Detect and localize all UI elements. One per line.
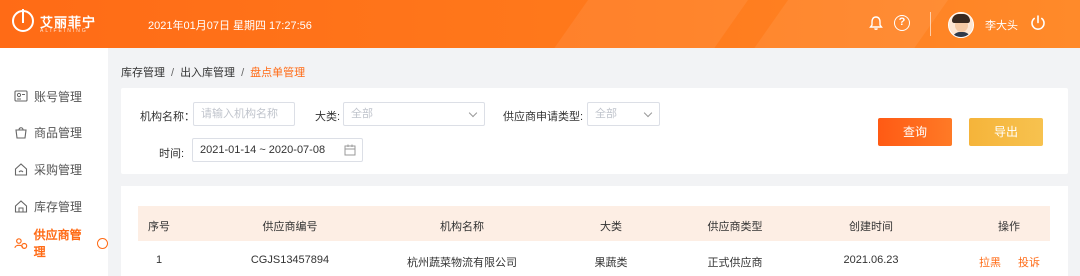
account-icon bbox=[14, 90, 28, 102]
date-range-picker[interactable]: 2021-01-14 ~ 2020-07-08 bbox=[192, 138, 363, 162]
sidebar-item-goods[interactable]: 商品管理 bbox=[14, 122, 82, 142]
table-header: 序号 供应商编号 机构名称 大类 供应商类型 创建时间 操作 bbox=[138, 206, 1050, 241]
blacklist-link[interactable]: 拉黑 bbox=[979, 254, 1001, 270]
sidebar-item-label: 采购管理 bbox=[34, 162, 83, 177]
sidebar-item-label: 库存管理 bbox=[34, 199, 83, 214]
power-icon[interactable] bbox=[1029, 14, 1047, 32]
column-header: 供应商编号 bbox=[262, 221, 318, 233]
sidebar: 账号管理 商品管理 采购管理 库存管理 供应商管理 bbox=[0, 48, 108, 276]
current-datetime: 2021年01月07日 星期四 17:27:56 bbox=[148, 20, 312, 32]
expand-icon bbox=[97, 237, 108, 249]
bell-icon[interactable] bbox=[868, 15, 884, 31]
org-name-label: 机构名称： bbox=[140, 111, 195, 123]
cell-supplier-code: CGJS13457894 bbox=[250, 254, 330, 266]
sidebar-item-label: 账号管理 bbox=[34, 89, 83, 104]
sidebar-item-supplier[interactable]: 供应商管理 bbox=[14, 228, 108, 259]
cell-index: 1 bbox=[155, 254, 163, 266]
goods-icon bbox=[15, 127, 27, 139]
calendar-icon bbox=[344, 144, 356, 156]
supplier-icon bbox=[14, 238, 28, 249]
sidebar-item-inventory[interactable]: 库存管理 bbox=[14, 196, 82, 216]
header-divider bbox=[930, 12, 931, 36]
sidebar-item-label: 商品管理 bbox=[34, 125, 83, 140]
breadcrumb-current: 盘点单管理 bbox=[250, 67, 306, 79]
sidebar-item-account[interactable]: 账号管理 bbox=[14, 86, 82, 106]
supplier-type-select[interactable]: 全部 bbox=[587, 102, 660, 126]
column-header: 创建时间 bbox=[849, 221, 893, 233]
sidebar-item-purchase[interactable]: 采购管理 bbox=[14, 159, 82, 179]
logo-icon bbox=[12, 9, 34, 32]
category-select[interactable]: 全部 bbox=[343, 102, 485, 126]
username[interactable]: 李大头 bbox=[985, 17, 1018, 33]
supplier-type-label: 供应商申请类型: bbox=[503, 111, 584, 123]
breadcrumb-item[interactable]: 库存管理 bbox=[121, 67, 165, 79]
column-header: 操作 bbox=[998, 221, 1020, 233]
cell-created: 2021.06.23 bbox=[843, 254, 899, 266]
top-bar: 艾丽菲宁 ALIFEINING 2021年01月07日 星期四 17:27:56… bbox=[0, 0, 1080, 48]
column-header: 大类 bbox=[600, 221, 622, 233]
header-decoration bbox=[517, 0, 763, 48]
chevron-down-icon bbox=[643, 108, 653, 118]
logo[interactable]: 艾丽菲宁 ALIFEINING bbox=[12, 9, 96, 34]
logo-subtext: ALIFEINING bbox=[40, 28, 88, 34]
supplier-table: 序号 供应商编号 机构名称 大类 供应商类型 创建时间 操作 1 CGJS134… bbox=[121, 186, 1068, 276]
breadcrumb-item[interactable]: 出入库管理 bbox=[180, 67, 235, 79]
breadcrumb: 库存管理 / 出入库管理 / 盘点单管理 bbox=[121, 67, 306, 79]
inventory-icon bbox=[14, 200, 28, 213]
time-label: 时间: bbox=[159, 148, 185, 160]
chevron-down-icon bbox=[468, 108, 478, 118]
purchase-icon bbox=[14, 163, 28, 176]
column-header: 序号 bbox=[148, 221, 170, 233]
column-header: 供应商类型 bbox=[707, 221, 763, 233]
header-decoration bbox=[717, 0, 963, 48]
org-name-input[interactable]: 请输入机构名称 bbox=[193, 102, 295, 126]
query-button[interactable]: 查询 bbox=[878, 118, 952, 146]
cell-org-name: 杭州蔬菜物流有限公司 bbox=[407, 257, 517, 269]
category-label: 大类: bbox=[315, 111, 341, 123]
export-button[interactable]: 导出 bbox=[969, 118, 1043, 146]
complain-link[interactable]: 投诉 bbox=[1018, 254, 1040, 270]
cell-supplier-type: 正式供应商 bbox=[707, 257, 763, 269]
table-row: 1 CGJS13457894 杭州蔬菜物流有限公司 果蔬类 正式供应商 2021… bbox=[138, 241, 1050, 276]
cell-category: 果蔬类 bbox=[594, 257, 628, 269]
avatar[interactable] bbox=[948, 12, 974, 38]
filter-panel: 机构名称： 请输入机构名称 大类: 全部 供应商申请类型: 全部 时间: 202… bbox=[121, 88, 1068, 174]
column-header: 机构名称 bbox=[440, 221, 484, 233]
help-icon[interactable]: ? bbox=[894, 15, 910, 31]
sidebar-item-label: 供应商管理 bbox=[33, 228, 82, 259]
